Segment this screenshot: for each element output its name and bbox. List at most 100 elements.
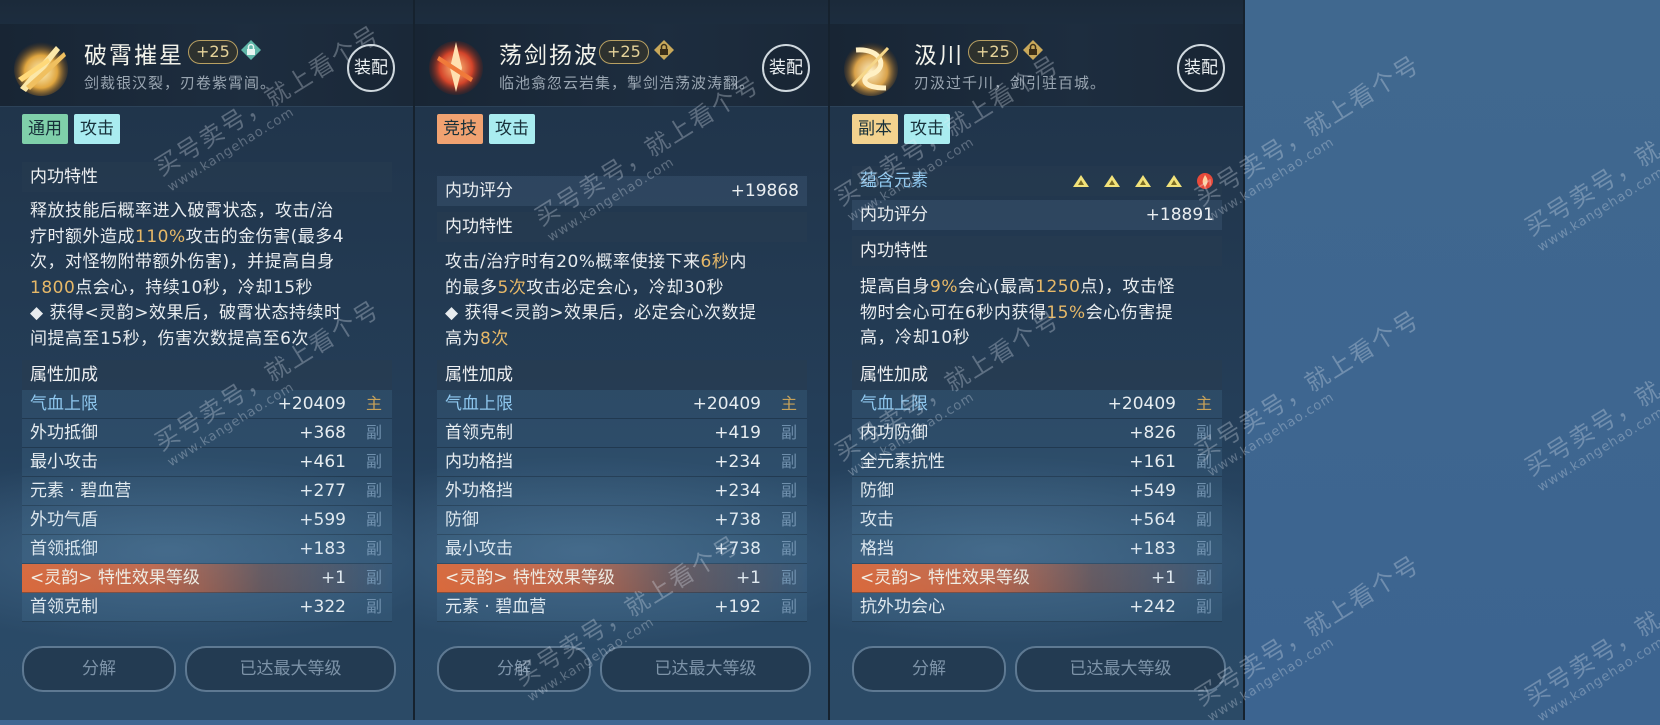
stat-row: 首领克制 +322 副: [22, 593, 392, 622]
stat-row: 防御 +738 副: [437, 506, 807, 535]
attribute-title: 属性加成: [437, 360, 807, 390]
stat-value: +461: [299, 452, 346, 472]
sub-stat-marker: 副: [780, 510, 797, 529]
special-stat-row: <灵韵> 特性效果等级 +1 副: [852, 564, 1222, 593]
sub-stat-marker: 副: [780, 539, 797, 558]
stat-row: 最小攻击 +461 副: [22, 448, 392, 477]
decompose-button[interactable]: 分解: [852, 646, 1006, 692]
trait-highlight: 9%: [930, 277, 958, 297]
sub-stat-marker: 副: [780, 597, 797, 616]
stat-value: +234: [714, 452, 761, 472]
level-badge: +25: [599, 40, 649, 64]
lock-icon[interactable]: [1022, 39, 1044, 61]
sub-stat-marker: 副: [365, 568, 382, 587]
tag-dungeon: 副本: [852, 114, 898, 144]
stat-value: +242: [1129, 597, 1176, 617]
stat-value: +322: [299, 597, 346, 617]
stat-label: 元素 · 碧血营: [445, 597, 547, 617]
stat-value: +738: [714, 510, 761, 530]
stat-row: 最小攻击 +738 副: [437, 535, 807, 564]
equipment-panel-2: 荡剑扬波 +25 临池翕忽云岩集，掣剑浩荡波涛翻。 装配 竞技 攻击 内功评分 …: [415, 0, 830, 720]
stat-label: 最小攻击: [445, 539, 513, 559]
equip-button[interactable]: 装配: [347, 44, 395, 92]
stat-row: 全元素抗性 +161 副: [852, 448, 1222, 477]
trait-line: 间提高至15秒，伤害次数提高至6次: [30, 327, 380, 353]
trait-line: 高为8次: [445, 327, 795, 353]
trait-highlight: 15%: [1046, 302, 1086, 323]
sub-stat-marker: 副: [780, 568, 797, 587]
sub-stat-marker: 副: [1195, 597, 1212, 616]
trait-line: 次，对怪物附带额外伤害)，并提高自身: [30, 250, 380, 276]
stat-value: +183: [299, 539, 346, 559]
element-triangle-icon: [1166, 175, 1182, 187]
trait-highlight: 8次: [480, 328, 509, 349]
score-label: 内功评分: [445, 181, 513, 201]
score-row: 内功评分 +18891: [852, 200, 1222, 230]
trait-line: 提高自身9%会心(最高1250点)，攻击怪: [860, 275, 1210, 301]
stat-value: +1: [1150, 568, 1176, 588]
stat-row: 外功气盾 +599 副: [22, 506, 392, 535]
stat-row: 内功防御 +826 副: [852, 419, 1222, 448]
decompose-button[interactable]: 分解: [22, 646, 176, 692]
sub-stat-marker: 副: [365, 452, 382, 471]
tag-arena: 竞技: [437, 114, 483, 144]
item-description: 临池翕忽云岩集，掣剑浩荡波涛翻。: [499, 74, 756, 92]
main-stat-marker: 主: [365, 394, 382, 413]
trait-line: 高，冷却10秒: [860, 326, 1210, 352]
element-label: 蕴含元素: [860, 171, 928, 191]
stat-label: <灵韵> 特性效果等级: [860, 568, 1030, 588]
trait-text: 提高自身: [860, 277, 930, 297]
trait-highlight: 5次: [497, 277, 527, 298]
sword-serpent-icon: [844, 42, 898, 96]
stat-value: +599: [299, 510, 346, 530]
special-stat-row: <灵韵> 特性效果等级 +1 副: [22, 564, 392, 593]
lock-icon[interactable]: [240, 39, 262, 61]
stat-row: 外功抵御 +368 副: [22, 419, 392, 448]
sub-stat-marker: 副: [1195, 481, 1212, 500]
equip-button[interactable]: 装配: [762, 44, 810, 92]
trait-description: 释放技能后概率进入破霄状态，攻击/治 疗时额外造成110%攻击的金伤害(最多4 次，…: [30, 199, 380, 352]
stat-value: +20409: [277, 394, 346, 414]
trait-title: 内功特性: [22, 162, 392, 192]
attribute-title: 属性加成: [22, 360, 392, 390]
stat-label: 元素 · 碧血营: [30, 481, 132, 501]
stat-row: 气血上限 +20409 主: [22, 390, 392, 419]
equip-button[interactable]: 装配: [1177, 44, 1225, 92]
item-name: 汲川: [914, 43, 964, 69]
max-level-button[interactable]: 已达最大等级: [185, 646, 396, 692]
attribute-title: 属性加成: [852, 360, 1222, 390]
decompose-button[interactable]: 分解: [437, 646, 591, 692]
special-stat-row: <灵韵> 特性效果等级 +1 副: [437, 564, 807, 593]
trait-text: 次，对怪物附带额外伤害)，并提高自身: [30, 252, 335, 272]
background-area: [1245, 0, 1660, 720]
main-stat-marker: 主: [780, 394, 797, 413]
panel-header: 荡剑扬波 +25 临池翕忽云岩集，掣剑浩荡波涛翻。 装配: [415, 24, 828, 107]
sword-fire-icon: [429, 41, 483, 95]
sub-stat-marker: 副: [1195, 510, 1212, 529]
level-badge: +25: [188, 40, 238, 64]
trait-title: 内功特性: [437, 212, 807, 242]
max-level-button[interactable]: 已达最大等级: [1015, 646, 1226, 692]
sub-stat-marker: 副: [1195, 539, 1212, 558]
stat-label: <灵韵> 特性效果等级: [445, 568, 615, 588]
lock-icon[interactable]: [653, 39, 675, 61]
stat-value: +277: [299, 481, 346, 501]
stat-value: +183: [1129, 539, 1176, 559]
sub-stat-marker: 副: [1195, 452, 1212, 471]
element-triangle-icon: [1135, 175, 1151, 187]
score-row: 内功评分 +19868: [437, 176, 807, 206]
trait-highlight: 1250: [1035, 277, 1081, 297]
element-triangle-icon: [1104, 175, 1120, 187]
max-level-button[interactable]: 已达最大等级: [600, 646, 811, 692]
stat-label: 外功气盾: [30, 510, 98, 530]
stat-label: 首领克制: [30, 597, 98, 617]
trait-text: 攻击的金伤害(最多4: [185, 226, 345, 247]
stat-value: +234: [714, 481, 761, 501]
item-name: 破霄摧星: [84, 43, 184, 69]
stat-value: +826: [1129, 423, 1176, 443]
stat-row: 首领克制 +419 副: [437, 419, 807, 448]
element-icons: [1072, 166, 1214, 196]
stat-row: 外功格挡 +234 副: [437, 477, 807, 506]
stat-row: 元素 · 碧血营 +192 副: [437, 593, 807, 622]
stat-value: +1: [320, 568, 346, 588]
